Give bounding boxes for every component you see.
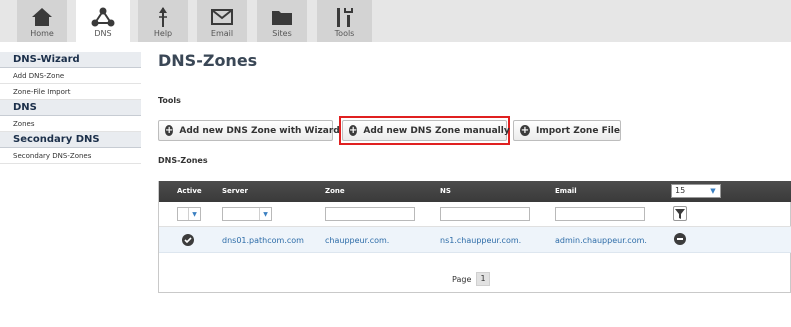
sidebar-item-secondary-dns-zones[interactable]: Secondary DNS-Zones (0, 148, 141, 164)
active-check-icon (182, 234, 194, 246)
sidebar-item-zone-file-import[interactable]: Zone-File Import (0, 84, 141, 100)
plus-circle-icon: + (349, 125, 358, 136)
table-section-label: DNS-Zones (158, 156, 208, 165)
top-nav-bar: Home DNS Help Email Sites Tools (0, 0, 791, 42)
ns-cell[interactable]: ns1.chauppeur.com. (440, 236, 521, 245)
nav-tab-help[interactable]: Help (138, 0, 188, 42)
plus-circle-icon: + (520, 125, 530, 136)
zone-cell[interactable]: chauppeur.com. (325, 236, 389, 245)
sidebar-item-zones[interactable]: Zones (0, 116, 141, 132)
help-icon (138, 6, 188, 28)
server-cell[interactable]: dns01.pathcom.com (222, 236, 304, 245)
sidebar-item-add-dns-zone[interactable]: Add DNS-Zone (0, 68, 141, 84)
page-title: DNS-Zones (158, 51, 258, 70)
dns-network-icon (76, 6, 130, 28)
column-header-server[interactable]: Server (222, 187, 248, 195)
chevron-down-icon: ▼ (259, 208, 271, 220)
add-zone-wizard-button[interactable]: + Add new DNS Zone with Wizard (158, 120, 340, 141)
per-page-select[interactable]: 15 ▼ (671, 184, 721, 198)
import-zone-file-button[interactable]: + Import Zone File (513, 120, 621, 141)
server-filter-select[interactable]: ▼ (222, 207, 272, 221)
column-header-zone[interactable]: Zone (325, 187, 345, 195)
tools-icon (317, 6, 372, 28)
button-label: Add new DNS Zone with Wizard (179, 125, 340, 136)
filter-row: ▼ ▼ (159, 202, 791, 227)
button-label: Import Zone File (535, 125, 620, 136)
chevron-down-icon: ▼ (710, 187, 716, 195)
nav-tab-tools[interactable]: Tools (317, 0, 372, 42)
add-zone-manually-button[interactable]: + Add new DNS Zone manually (342, 120, 510, 141)
dns-zones-table: Active Server Zone NS Email 15 ▼ ▼ ▼ dns… (158, 181, 791, 293)
nav-tab-label: Help (153, 29, 173, 38)
nav-tab-label: Home (30, 29, 54, 38)
tools-section-label: Tools (158, 96, 181, 105)
email-filter-input[interactable] (555, 207, 645, 221)
email-icon (197, 6, 247, 28)
home-icon (17, 6, 67, 28)
table-header: Active Server Zone NS Email 15 ▼ (159, 181, 791, 202)
nav-tab-label: Sites (272, 29, 292, 38)
sidebar-section-dns-wizard[interactable]: DNS-Wizard (0, 52, 141, 68)
nav-tab-email[interactable]: Email (197, 0, 247, 42)
nav-tab-label: DNS (94, 29, 112, 38)
column-header-ns[interactable]: NS (440, 187, 451, 195)
pagination: Page 1 (159, 253, 791, 293)
sidebar-section-secondary-dns[interactable]: Secondary DNS (0, 132, 141, 148)
per-page-value: 15 (675, 186, 686, 195)
funnel-icon (675, 208, 685, 219)
table-row[interactable]: dns01.pathcom.com chauppeur.com. ns1.cha… (159, 227, 791, 253)
sidebar: DNS-Wizard Add DNS-Zone Zone-File Import… (0, 52, 141, 164)
sites-folder-icon (257, 6, 307, 28)
plus-circle-icon: + (165, 125, 174, 136)
apply-filter-button[interactable] (673, 206, 687, 221)
email-cell[interactable]: admin.chauppeur.com. (555, 236, 647, 245)
zone-filter-input[interactable] (325, 207, 415, 221)
column-header-email[interactable]: Email (555, 187, 577, 195)
page-label: Page (452, 275, 472, 284)
nav-tab-label: Email (210, 29, 234, 38)
page-number-button[interactable]: 1 (476, 272, 490, 286)
nav-tab-label: Tools (334, 29, 355, 38)
active-filter-select[interactable]: ▼ (177, 207, 201, 221)
nav-tab-dns[interactable]: DNS (76, 0, 130, 42)
nav-tab-home[interactable]: Home (17, 0, 67, 42)
column-header-active[interactable]: Active (177, 187, 202, 195)
ns-filter-input[interactable] (440, 207, 530, 221)
delete-zone-icon[interactable] (674, 233, 686, 245)
chevron-down-icon: ▼ (188, 208, 200, 220)
sidebar-section-dns[interactable]: DNS (0, 100, 141, 116)
nav-tab-sites[interactable]: Sites (257, 0, 307, 42)
button-label: Add new DNS Zone manually (363, 125, 510, 136)
